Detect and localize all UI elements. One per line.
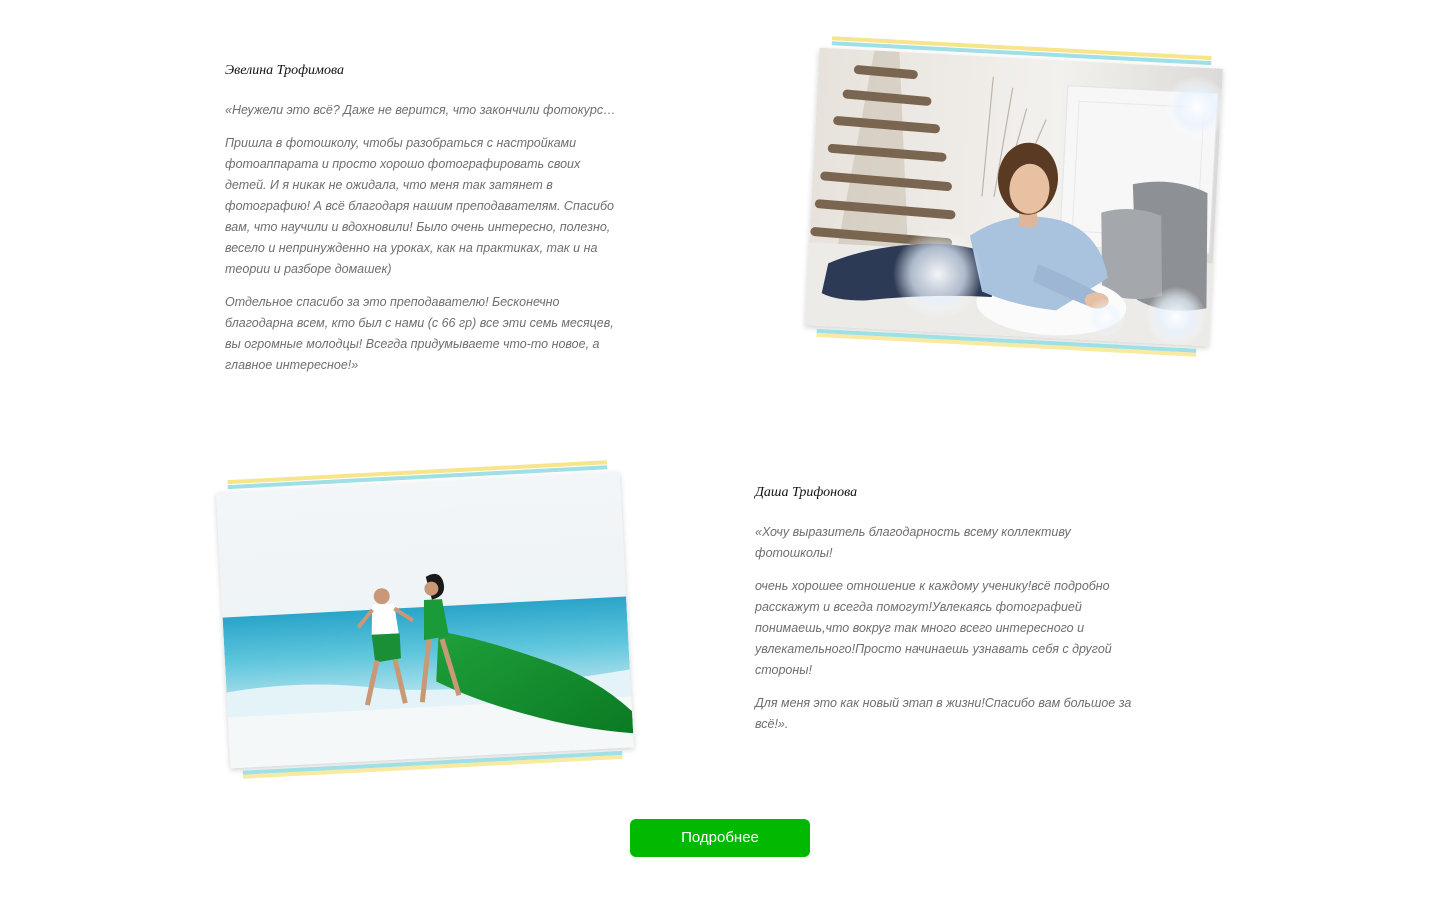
review-photo-evelina — [805, 36, 1223, 357]
photo-woman-on-bed — [805, 47, 1223, 347]
review-paragraph: «Хочу выразитель благодарность всему кол… — [755, 525, 1071, 560]
reviewer-name: Даша Трифонова — [755, 485, 858, 500]
review-paragraph: Для меня это как новый этап в жизни!Спас… — [755, 696, 1132, 731]
review-paragraph: «Неужели это всё? Даже не верится, что з… — [225, 103, 616, 117]
more-button[interactable]: Подробнее — [630, 819, 810, 857]
review-paragraph: очень хорошее отношение к каждому ученик… — [755, 579, 1112, 677]
reviewer-name: Эвелина Трофимова — [225, 63, 344, 78]
review-paragraph: Пришла в фотошколу, чтобы разобраться с … — [225, 136, 614, 276]
photo-couple-on-beach — [216, 471, 634, 769]
review-photo-dasha — [216, 460, 634, 779]
review-dasha: Даша Трифонова «Хочу выразитель благодар… — [755, 482, 1150, 747]
review-paragraph: Отдельное спасибо за это преподавателю! … — [225, 295, 614, 372]
review-evelina: Эвелина Трофимова «Неужели это всё? Даже… — [225, 60, 620, 388]
